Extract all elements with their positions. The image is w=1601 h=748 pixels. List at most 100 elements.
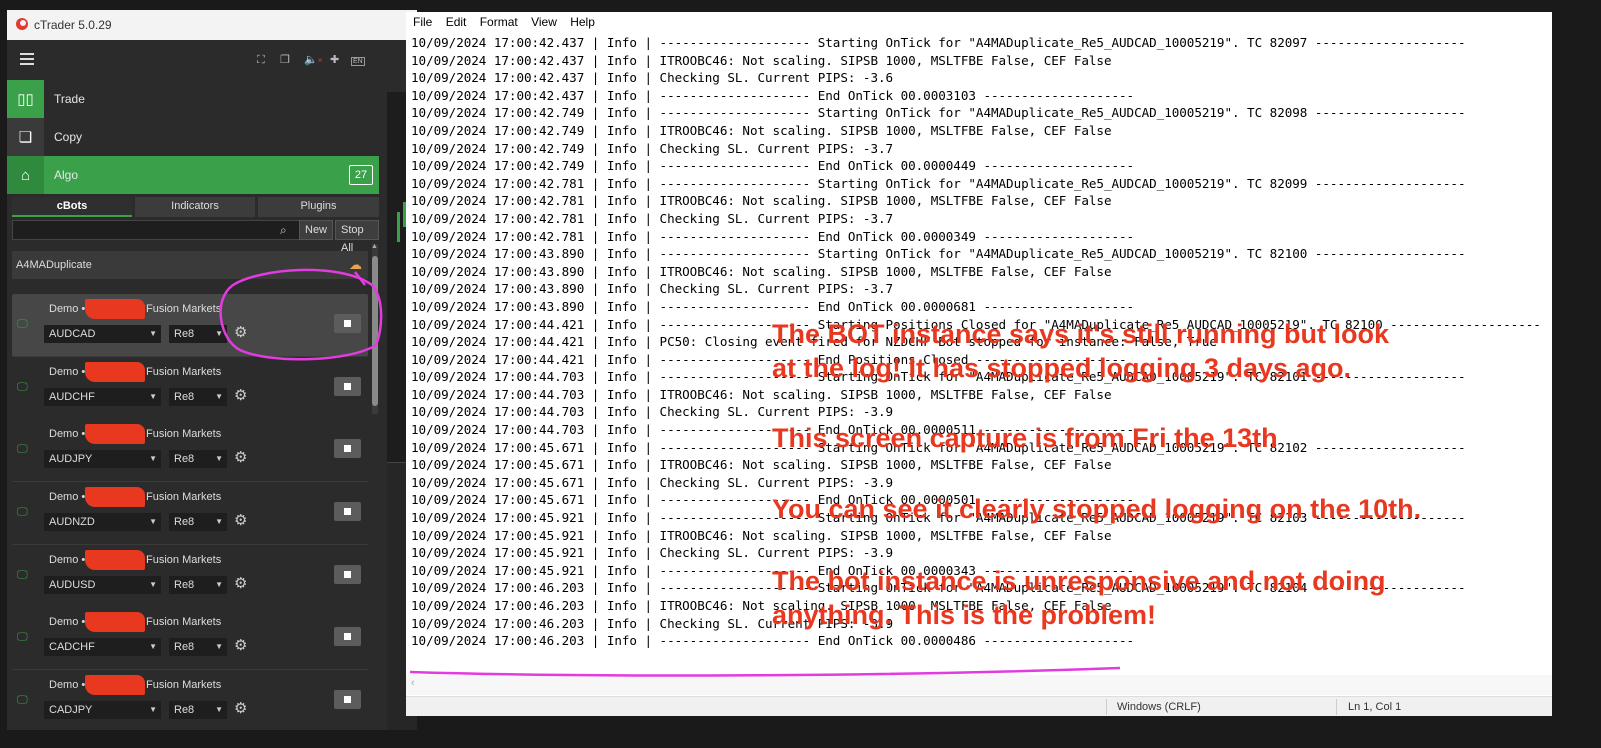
cbot-instance-row[interactable]: 🖵 Demo • Fusion Markets AUDCAD ▼ Re8 ▼ ⚙ bbox=[12, 294, 368, 357]
monitor-icon: 🖵 bbox=[17, 318, 28, 330]
stop-bot-button[interactable] bbox=[334, 627, 361, 646]
scrollbar-thumb[interactable] bbox=[372, 256, 378, 406]
nav-algo[interactable]: ⌂ Algo 27 bbox=[7, 156, 379, 194]
parameter-select[interactable]: Re8 ▼ bbox=[169, 513, 227, 531]
cbot-instance-row[interactable]: 🖵 Demo • Fusion Markets AUDNZD ▼ Re8 ▼ ⚙ bbox=[12, 482, 368, 545]
parameter-value: Re8 bbox=[174, 704, 195, 716]
cbot-group-header[interactable]: A4MADuplicate ☁ bbox=[12, 251, 368, 279]
annotation-line: This screen capture is from Fri the 13th bbox=[772, 423, 1278, 453]
stop-bot-button[interactable] bbox=[334, 502, 361, 521]
menu-help[interactable]: Help bbox=[570, 15, 595, 29]
nav-copy[interactable]: ❏ Copy bbox=[7, 118, 379, 156]
status-encoding: Windows (CRLF) bbox=[1117, 701, 1201, 713]
nav-trade[interactable]: ▯▯ Trade bbox=[7, 80, 379, 118]
broker-label: Fusion Markets bbox=[146, 616, 222, 628]
log-line: 10/09/2024 17:00:42.437 | Info | Checkin… bbox=[411, 70, 894, 86]
cbot-instance-row[interactable]: 🖵 Demo • Fusion Markets AUDCHF ▼ Re8 ▼ ⚙ bbox=[12, 357, 368, 420]
annotation-line: at the log! It has stopped logging 3 day… bbox=[772, 353, 1352, 383]
tab-cbots[interactable]: cBots bbox=[12, 197, 132, 217]
cbot-list-scrollbar[interactable]: ▲ bbox=[371, 243, 378, 414]
monitor-icon: 🖵 bbox=[17, 694, 28, 706]
tab-indicators[interactable]: Indicators bbox=[135, 197, 255, 217]
cbot-instance-row[interactable]: 🖵 Demo • Fusion Markets AUDJPY ▼ Re8 ▼ ⚙ bbox=[12, 419, 368, 482]
parameter-value: Re8 bbox=[174, 453, 195, 465]
status-separator bbox=[1106, 699, 1107, 715]
symbol-select[interactable]: AUDJPY ▼ bbox=[44, 450, 161, 468]
log-line: 10/09/2024 17:00:42.781 | Info | Checkin… bbox=[411, 210, 894, 226]
chevron-down-icon: ▼ bbox=[149, 705, 157, 714]
stop-bot-button[interactable] bbox=[334, 565, 361, 584]
chevron-down-icon: ▼ bbox=[215, 642, 223, 651]
gear-icon[interactable]: ⚙ bbox=[234, 637, 247, 655]
redaction-mark bbox=[85, 299, 145, 319]
gear-icon[interactable]: ⚙ bbox=[234, 324, 247, 342]
gear-icon[interactable]: ⚙ bbox=[234, 575, 247, 593]
stop-bot-button[interactable] bbox=[334, 690, 361, 709]
search-input[interactable] bbox=[12, 220, 308, 240]
new-button[interactable]: New bbox=[299, 220, 334, 240]
tab-plugins[interactable]: Plugins bbox=[258, 197, 379, 217]
parameter-select[interactable]: Re8 ▼ bbox=[169, 325, 227, 343]
broker-label: Fusion Markets bbox=[146, 679, 222, 691]
menu-edit[interactable]: Edit bbox=[446, 15, 467, 29]
chevron-down-icon: ▼ bbox=[215, 454, 223, 463]
chevron-down-icon: ▼ bbox=[215, 705, 223, 714]
log-line: 10/09/2024 17:00:45.671 | Info | ITROOBC… bbox=[411, 457, 1112, 473]
symbol-value: AUDNZD bbox=[49, 516, 95, 528]
stop-bot-button[interactable] bbox=[334, 439, 361, 458]
cbot-instance-row[interactable]: 🖵 Demo • Fusion Markets CADCHF ▼ Re8 ▼ ⚙ bbox=[12, 607, 368, 670]
log-line: 10/09/2024 17:00:43.890 | Info | -------… bbox=[411, 246, 1466, 262]
scroll-up-icon[interactable]: ▲ bbox=[371, 243, 378, 250]
gear-icon[interactable]: ⚙ bbox=[234, 700, 247, 718]
parameter-select[interactable]: Re8 ▼ bbox=[169, 638, 227, 656]
plugin-icon[interactable]: ✚ bbox=[330, 54, 339, 66]
gear-icon[interactable]: ⚙ bbox=[234, 512, 247, 530]
symbol-select[interactable]: CADJPY ▼ bbox=[44, 701, 161, 719]
stop-all-button[interactable]: Stop All bbox=[335, 220, 379, 254]
account-label: Demo • bbox=[49, 679, 86, 691]
menu-format[interactable]: Format bbox=[480, 15, 518, 29]
cbot-instance-row[interactable]: 🖵 Demo • Fusion Markets AUDUSD ▼ Re8 ▼ ⚙ bbox=[12, 545, 368, 608]
fullscreen-icon[interactable]: ⛶ bbox=[257, 54, 265, 66]
log-line: 10/09/2024 17:00:42.781 | Info | -------… bbox=[411, 175, 1466, 191]
search-icon[interactable]: ⌕ bbox=[280, 223, 287, 238]
symbol-select[interactable]: AUDNZD ▼ bbox=[44, 513, 161, 531]
menu-view[interactable]: View bbox=[531, 15, 557, 29]
log-line: 10/09/2024 17:00:44.703 | Info | Checkin… bbox=[411, 404, 894, 420]
windows-icon[interactable]: ❐ bbox=[280, 54, 290, 66]
parameter-select[interactable]: Re8 ▼ bbox=[169, 576, 227, 594]
log-line: 10/09/2024 17:00:45.921 | Info | ITROOBC… bbox=[411, 527, 1112, 543]
symbol-value: AUDCHF bbox=[49, 391, 95, 403]
parameter-select[interactable]: Re8 ▼ bbox=[169, 450, 227, 468]
gear-icon[interactable]: ⚙ bbox=[234, 449, 247, 467]
account-label: Demo • bbox=[49, 491, 86, 503]
hamburger-menu-icon[interactable] bbox=[20, 53, 34, 65]
cloud-icon[interactable]: ☁ bbox=[349, 251, 362, 279]
menu-file[interactable]: File bbox=[413, 15, 432, 29]
stop-bot-button[interactable] bbox=[334, 377, 361, 396]
symbol-select[interactable]: AUDCAD ▼ bbox=[44, 325, 161, 343]
mute-icon[interactable]: 🔈× bbox=[304, 54, 322, 67]
parameter-select[interactable]: Re8 ▼ bbox=[169, 701, 227, 719]
horizontal-scrollbar[interactable]: ‹ bbox=[406, 675, 1552, 695]
ctrader-titlebar: cTrader 5.0.29 bbox=[7, 10, 417, 40]
algo-count-badge: 27 bbox=[349, 165, 373, 185]
scroll-left-icon[interactable]: ‹ bbox=[411, 677, 415, 689]
symbol-value: AUDCAD bbox=[49, 328, 96, 340]
language-icon[interactable]: EN bbox=[351, 54, 365, 66]
log-line: 10/09/2024 17:00:45.921 | Info | Checkin… bbox=[411, 545, 894, 561]
symbol-value: AUDJPY bbox=[49, 453, 93, 465]
symbol-select[interactable]: AUDUSD ▼ bbox=[44, 576, 161, 594]
chevron-down-icon: ▼ bbox=[149, 642, 157, 651]
symbol-select[interactable]: CADCHF ▼ bbox=[44, 638, 161, 656]
log-line: 10/09/2024 17:00:42.437 | Info | -------… bbox=[411, 87, 1135, 103]
gear-icon[interactable]: ⚙ bbox=[234, 387, 247, 405]
parameter-value: Re8 bbox=[174, 641, 195, 653]
algo-subtabs: cBots Indicators Plugins bbox=[12, 197, 379, 217]
parameter-select[interactable]: Re8 ▼ bbox=[169, 388, 227, 406]
redaction-mark bbox=[85, 550, 145, 570]
cbot-instance-row[interactable]: 🖵 Demo • Fusion Markets CADJPY ▼ Re8 ▼ ⚙ bbox=[12, 670, 368, 730]
chevron-down-icon: ▼ bbox=[215, 580, 223, 589]
stop-bot-button[interactable] bbox=[334, 314, 361, 333]
symbol-select[interactable]: AUDCHF ▼ bbox=[44, 388, 161, 406]
